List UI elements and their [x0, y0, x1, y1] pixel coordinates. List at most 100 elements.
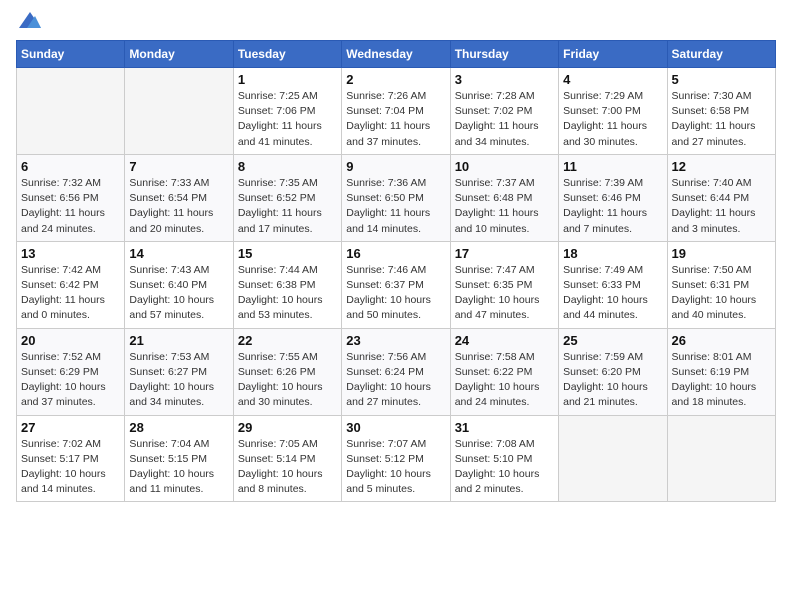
calendar-cell: 25 Sunrise: 7:59 AM Sunset: 6:20 PM Dayl…	[559, 328, 667, 415]
day-info: Sunrise: 7:04 AM Sunset: 5:15 PM Dayligh…	[129, 437, 228, 498]
day-number: 22	[238, 333, 337, 348]
day-header-sunday: Sunday	[17, 41, 125, 68]
calendar-cell: 22 Sunrise: 7:55 AM Sunset: 6:26 PM Dayl…	[233, 328, 341, 415]
day-info: Sunrise: 7:43 AM Sunset: 6:40 PM Dayligh…	[129, 263, 228, 324]
calendar-cell: 12 Sunrise: 7:40 AM Sunset: 6:44 PM Dayl…	[667, 154, 775, 241]
day-info: Sunrise: 7:33 AM Sunset: 6:54 PM Dayligh…	[129, 176, 228, 237]
day-number: 17	[455, 246, 554, 261]
calendar-cell: 8 Sunrise: 7:35 AM Sunset: 6:52 PM Dayli…	[233, 154, 341, 241]
calendar-cell: 29 Sunrise: 7:05 AM Sunset: 5:14 PM Dayl…	[233, 415, 341, 502]
day-number: 20	[21, 333, 120, 348]
day-info: Sunrise: 7:42 AM Sunset: 6:42 PM Dayligh…	[21, 263, 120, 324]
day-number: 30	[346, 420, 445, 435]
day-number: 3	[455, 72, 554, 87]
calendar-cell: 31 Sunrise: 7:08 AM Sunset: 5:10 PM Dayl…	[450, 415, 558, 502]
day-info: Sunrise: 7:55 AM Sunset: 6:26 PM Dayligh…	[238, 350, 337, 411]
day-info: Sunrise: 7:05 AM Sunset: 5:14 PM Dayligh…	[238, 437, 337, 498]
day-header-thursday: Thursday	[450, 41, 558, 68]
day-number: 15	[238, 246, 337, 261]
day-number: 9	[346, 159, 445, 174]
day-number: 11	[563, 159, 662, 174]
calendar-cell: 7 Sunrise: 7:33 AM Sunset: 6:54 PM Dayli…	[125, 154, 233, 241]
calendar-cell: 15 Sunrise: 7:44 AM Sunset: 6:38 PM Dayl…	[233, 241, 341, 328]
calendar-cell: 6 Sunrise: 7:32 AM Sunset: 6:56 PM Dayli…	[17, 154, 125, 241]
calendar-cell: 4 Sunrise: 7:29 AM Sunset: 7:00 PM Dayli…	[559, 68, 667, 155]
day-info: Sunrise: 7:26 AM Sunset: 7:04 PM Dayligh…	[346, 89, 445, 150]
calendar-cell	[667, 415, 775, 502]
day-number: 25	[563, 333, 662, 348]
day-header-wednesday: Wednesday	[342, 41, 450, 68]
day-info: Sunrise: 7:58 AM Sunset: 6:22 PM Dayligh…	[455, 350, 554, 411]
calendar-cell	[125, 68, 233, 155]
calendar-cell: 1 Sunrise: 7:25 AM Sunset: 7:06 PM Dayli…	[233, 68, 341, 155]
week-row-5: 27 Sunrise: 7:02 AM Sunset: 5:17 PM Dayl…	[17, 415, 776, 502]
calendar-cell: 14 Sunrise: 7:43 AM Sunset: 6:40 PM Dayl…	[125, 241, 233, 328]
day-info: Sunrise: 7:49 AM Sunset: 6:33 PM Dayligh…	[563, 263, 662, 324]
calendar-cell: 2 Sunrise: 7:26 AM Sunset: 7:04 PM Dayli…	[342, 68, 450, 155]
day-number: 23	[346, 333, 445, 348]
day-info: Sunrise: 7:08 AM Sunset: 5:10 PM Dayligh…	[455, 437, 554, 498]
day-number: 14	[129, 246, 228, 261]
week-row-2: 6 Sunrise: 7:32 AM Sunset: 6:56 PM Dayli…	[17, 154, 776, 241]
day-info: Sunrise: 7:02 AM Sunset: 5:17 PM Dayligh…	[21, 437, 120, 498]
calendar-table: SundayMondayTuesdayWednesdayThursdayFrid…	[16, 40, 776, 502]
day-info: Sunrise: 7:52 AM Sunset: 6:29 PM Dayligh…	[21, 350, 120, 411]
day-number: 13	[21, 246, 120, 261]
day-header-monday: Monday	[125, 41, 233, 68]
day-info: Sunrise: 8:01 AM Sunset: 6:19 PM Dayligh…	[672, 350, 771, 411]
day-info: Sunrise: 7:50 AM Sunset: 6:31 PM Dayligh…	[672, 263, 771, 324]
calendar-cell: 21 Sunrise: 7:53 AM Sunset: 6:27 PM Dayl…	[125, 328, 233, 415]
calendar-cell: 17 Sunrise: 7:47 AM Sunset: 6:35 PM Dayl…	[450, 241, 558, 328]
calendar-cell	[17, 68, 125, 155]
day-info: Sunrise: 7:59 AM Sunset: 6:20 PM Dayligh…	[563, 350, 662, 411]
day-number: 29	[238, 420, 337, 435]
page-header	[16, 16, 776, 28]
day-info: Sunrise: 7:56 AM Sunset: 6:24 PM Dayligh…	[346, 350, 445, 411]
calendar-cell: 26 Sunrise: 8:01 AM Sunset: 6:19 PM Dayl…	[667, 328, 775, 415]
calendar-cell: 9 Sunrise: 7:36 AM Sunset: 6:50 PM Dayli…	[342, 154, 450, 241]
day-info: Sunrise: 7:40 AM Sunset: 6:44 PM Dayligh…	[672, 176, 771, 237]
day-info: Sunrise: 7:39 AM Sunset: 6:46 PM Dayligh…	[563, 176, 662, 237]
week-row-4: 20 Sunrise: 7:52 AM Sunset: 6:29 PM Dayl…	[17, 328, 776, 415]
day-info: Sunrise: 7:07 AM Sunset: 5:12 PM Dayligh…	[346, 437, 445, 498]
day-info: Sunrise: 7:37 AM Sunset: 6:48 PM Dayligh…	[455, 176, 554, 237]
day-number: 2	[346, 72, 445, 87]
day-info: Sunrise: 7:35 AM Sunset: 6:52 PM Dayligh…	[238, 176, 337, 237]
day-info: Sunrise: 7:28 AM Sunset: 7:02 PM Dayligh…	[455, 89, 554, 150]
day-number: 27	[21, 420, 120, 435]
day-number: 24	[455, 333, 554, 348]
calendar-cell: 27 Sunrise: 7:02 AM Sunset: 5:17 PM Dayl…	[17, 415, 125, 502]
calendar-cell: 3 Sunrise: 7:28 AM Sunset: 7:02 PM Dayli…	[450, 68, 558, 155]
day-info: Sunrise: 7:36 AM Sunset: 6:50 PM Dayligh…	[346, 176, 445, 237]
header-row: SundayMondayTuesdayWednesdayThursdayFrid…	[17, 41, 776, 68]
day-info: Sunrise: 7:25 AM Sunset: 7:06 PM Dayligh…	[238, 89, 337, 150]
day-number: 21	[129, 333, 228, 348]
day-info: Sunrise: 7:46 AM Sunset: 6:37 PM Dayligh…	[346, 263, 445, 324]
logo	[16, 16, 41, 28]
day-number: 18	[563, 246, 662, 261]
calendar-cell: 13 Sunrise: 7:42 AM Sunset: 6:42 PM Dayl…	[17, 241, 125, 328]
day-info: Sunrise: 7:29 AM Sunset: 7:00 PM Dayligh…	[563, 89, 662, 150]
day-info: Sunrise: 7:30 AM Sunset: 6:58 PM Dayligh…	[672, 89, 771, 150]
day-number: 12	[672, 159, 771, 174]
calendar-cell: 11 Sunrise: 7:39 AM Sunset: 6:46 PM Dayl…	[559, 154, 667, 241]
calendar-cell: 20 Sunrise: 7:52 AM Sunset: 6:29 PM Dayl…	[17, 328, 125, 415]
day-number: 19	[672, 246, 771, 261]
calendar-cell: 5 Sunrise: 7:30 AM Sunset: 6:58 PM Dayli…	[667, 68, 775, 155]
week-row-3: 13 Sunrise: 7:42 AM Sunset: 6:42 PM Dayl…	[17, 241, 776, 328]
calendar-cell: 18 Sunrise: 7:49 AM Sunset: 6:33 PM Dayl…	[559, 241, 667, 328]
day-header-friday: Friday	[559, 41, 667, 68]
day-number: 16	[346, 246, 445, 261]
day-number: 10	[455, 159, 554, 174]
day-info: Sunrise: 7:44 AM Sunset: 6:38 PM Dayligh…	[238, 263, 337, 324]
day-info: Sunrise: 7:53 AM Sunset: 6:27 PM Dayligh…	[129, 350, 228, 411]
day-header-saturday: Saturday	[667, 41, 775, 68]
calendar-cell: 30 Sunrise: 7:07 AM Sunset: 5:12 PM Dayl…	[342, 415, 450, 502]
calendar-cell: 19 Sunrise: 7:50 AM Sunset: 6:31 PM Dayl…	[667, 241, 775, 328]
day-number: 26	[672, 333, 771, 348]
day-header-tuesday: Tuesday	[233, 41, 341, 68]
week-row-1: 1 Sunrise: 7:25 AM Sunset: 7:06 PM Dayli…	[17, 68, 776, 155]
day-number: 1	[238, 72, 337, 87]
calendar-cell: 10 Sunrise: 7:37 AM Sunset: 6:48 PM Dayl…	[450, 154, 558, 241]
calendar-cell: 28 Sunrise: 7:04 AM Sunset: 5:15 PM Dayl…	[125, 415, 233, 502]
